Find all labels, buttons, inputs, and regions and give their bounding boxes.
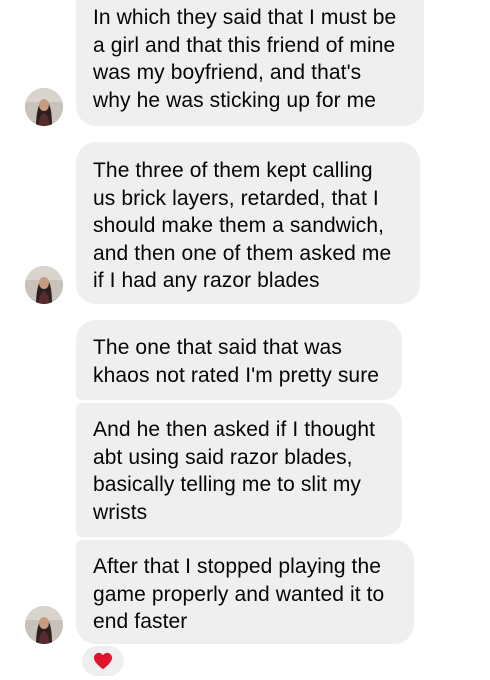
sender-avatar[interactable]	[25, 606, 63, 644]
message-bubble[interactable]: The three of them kept calling us brick …	[76, 142, 420, 304]
profile-photo-icon	[25, 606, 63, 644]
profile-photo-icon	[25, 266, 63, 304]
heart-reaction[interactable]	[82, 646, 124, 676]
heart-icon	[94, 652, 112, 670]
message-bubble[interactable]: In which they said that I must be a girl…	[76, 0, 424, 126]
message-bubble[interactable]: And he then asked if I thought abt using…	[76, 403, 402, 537]
sender-avatar[interactable]	[25, 266, 63, 304]
profile-photo-icon	[25, 88, 63, 126]
sender-avatar[interactable]	[25, 88, 63, 126]
message-bubble[interactable]: After that I stopped playing the game pr…	[76, 540, 414, 644]
message-bubble[interactable]: The one that said that was khaos not rat…	[76, 320, 402, 400]
